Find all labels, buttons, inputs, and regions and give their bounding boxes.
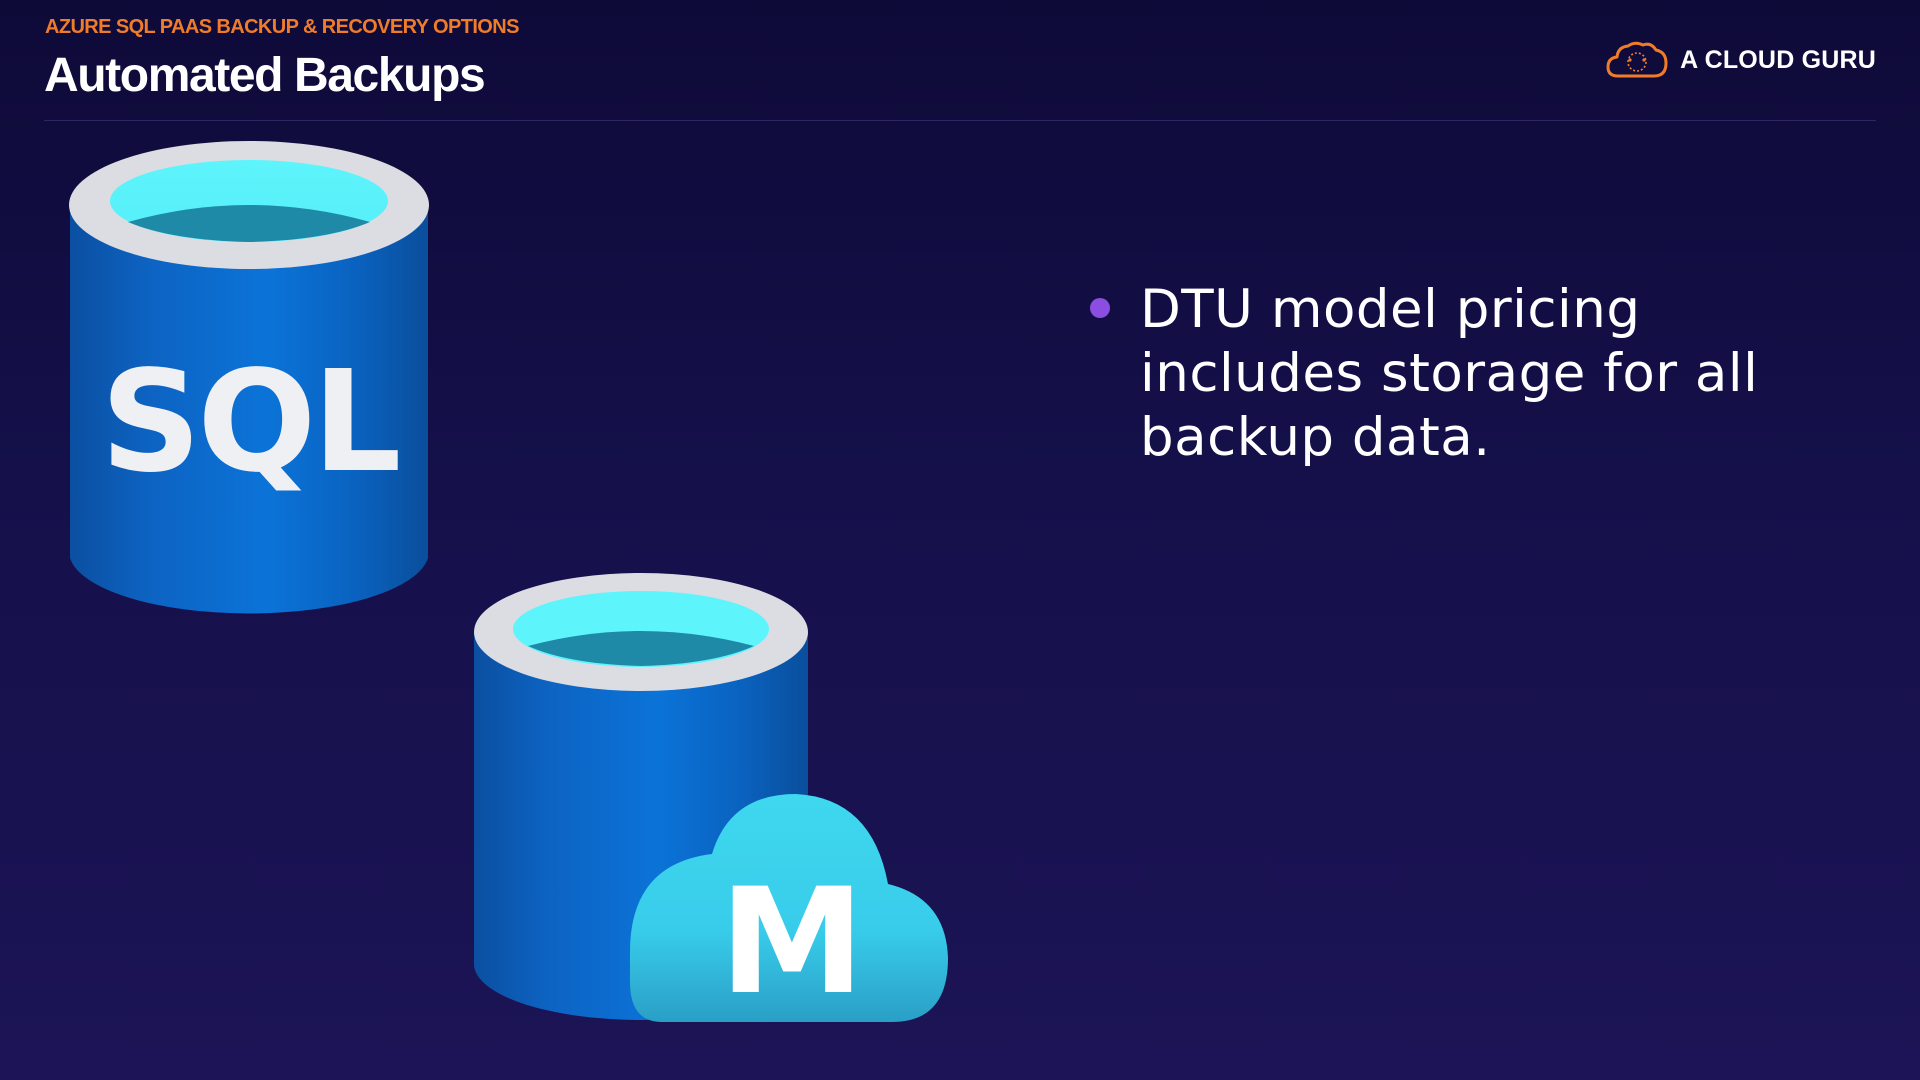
sql-database-icon: SQL bbox=[69, 141, 429, 614]
managed-instance-badge: M bbox=[719, 857, 864, 1027]
brand-name: A CLOUD GURU bbox=[1680, 45, 1876, 74]
bullet-text: DTU model pricing includes storage for a… bbox=[1140, 279, 1759, 468]
brand-logo: A CLOUD GURU bbox=[1606, 38, 1876, 82]
slide-kicker: AZURE SQL PAAS BACKUP & RECOVERY OPTIONS bbox=[45, 16, 519, 38]
slide-title: Automated Backups bbox=[44, 49, 486, 102]
cloud-logo-icon bbox=[1606, 41, 1668, 78]
header-divider bbox=[44, 120, 1876, 121]
sql-managed-instance-icon: M bbox=[474, 573, 948, 1027]
sql-label: SQL bbox=[100, 341, 398, 504]
bullet-list: DTU model pricing includes storage for a… bbox=[1088, 278, 1848, 470]
bullet-dot-icon bbox=[1090, 298, 1110, 318]
bullet-item: DTU model pricing includes storage for a… bbox=[1088, 278, 1848, 470]
